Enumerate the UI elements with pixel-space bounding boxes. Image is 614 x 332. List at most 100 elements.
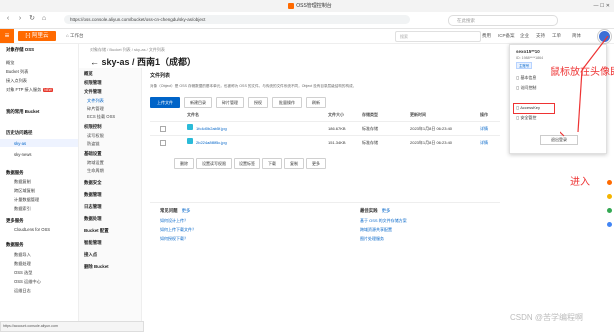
faq-link[interactable]: 如何上传下载文件？ (160, 227, 196, 233)
subnav-section[interactable]: 权限管理 (84, 80, 102, 86)
subnav-section[interactable]: 数据处理 (84, 216, 102, 222)
rail-icon[interactable] (607, 208, 612, 213)
refresh-button[interactable]: 刷新 (306, 97, 326, 108)
sidebar-data-item[interactable]: 数据索引 (14, 206, 31, 212)
subnav-section[interactable]: 接入点 (84, 252, 97, 258)
sidebar-cloud-item[interactable]: 数据处理 (14, 261, 31, 267)
subnav-item[interactable]: ECS 挂载 OSS (87, 114, 115, 120)
workbench-link[interactable]: ⌂ 工作台 (66, 31, 83, 41)
sidebar-bucket-header[interactable]: 历史访问路径 (6, 130, 32, 136)
breadcrumb[interactable]: 对象存储 / Bucket 列表 / sky-as / 文件列表 (90, 47, 165, 53)
sidebar-item-overview[interactable]: 概览 (6, 60, 14, 66)
bulk-acl-button[interactable]: 设置读写权限 (196, 158, 232, 169)
subnav-section[interactable]: 基础设置 (84, 151, 102, 157)
sidebar-recent-header[interactable]: 我的常用 Bucket (6, 109, 39, 115)
subnav-item-file-list[interactable]: 文件列表 (87, 98, 104, 104)
aliyun-logo[interactable]: [-] 阿里云 (18, 31, 56, 41)
rail-icon[interactable] (607, 194, 612, 199)
bulk-download-button[interactable]: 下载 (262, 158, 282, 169)
fragment-button[interactable]: 碎片管理 (216, 97, 244, 108)
detail-link[interactable]: 详情 (480, 140, 488, 146)
topnav-enterprise[interactable]: 企业 (520, 31, 529, 41)
subnav-item[interactable]: 生命周期 (87, 168, 104, 174)
sidebar-cloudlens[interactable]: CloudLens for OSS (14, 227, 50, 232)
batch-button[interactable]: 批量操作 (272, 97, 302, 108)
practice-link[interactable]: 跨域资源共享配置 (360, 227, 392, 233)
practice-link[interactable]: 图片处理服务 (360, 236, 384, 242)
table-row[interactable]: 1fc4d0b2ab5f.jpg 186.67KB 标准存储 2023年1月8日… (150, 121, 500, 135)
sidebar-item-ftp[interactable]: 对象 FTP 接入服务 NEW (6, 87, 53, 93)
forward-icon[interactable]: › (16, 15, 24, 23)
rail-icon[interactable] (607, 222, 612, 227)
sidebar-bucket-sky-as[interactable]: sky-as (14, 141, 26, 146)
sidebar-cloud-item[interactable]: OSS 运维中心 (14, 279, 41, 285)
sidebar-bucket-sky-news[interactable]: sky-news (14, 152, 31, 157)
table-row[interactable]: 2b224a8f8f5c.jpg 151.34KB 标准存储 2023年1月8日… (150, 135, 500, 149)
sidebar-cloud-item[interactable]: OSS 选型 (14, 270, 32, 276)
browser-tab[interactable]: OSS管理控制台 (160, 1, 460, 11)
subnav-item[interactable]: 跨域设置 (87, 160, 104, 166)
subnav-section[interactable]: Bucket 配置 (84, 228, 109, 234)
faq-link[interactable]: 如何授权下载？ (160, 236, 188, 242)
menu-item-basic-info[interactable]: ◻ 基本信息 (516, 75, 536, 81)
back-icon[interactable]: ‹ (4, 15, 12, 23)
row-checkbox[interactable] (160, 126, 166, 132)
subnav-item[interactable]: 防盗链 (87, 141, 100, 147)
faq-more-link[interactable]: 更多 (182, 208, 191, 213)
sidebar-data-item[interactable]: 跨区域复制 (14, 188, 35, 194)
reload-icon[interactable]: ↻ (28, 15, 36, 23)
menu-item-access-control[interactable]: ◻ 访问控制 (516, 85, 536, 91)
subnav-section[interactable]: 权限控制 (84, 124, 102, 130)
upload-button[interactable]: 上传文件 (150, 97, 180, 108)
sidebar-item-access-points[interactable]: 接入点列表 (6, 78, 27, 84)
subnav-section[interactable]: 概览 (84, 71, 93, 77)
sidebar-cloud-item[interactable]: 数据导入 (14, 252, 31, 258)
console-topbar: ≡ [-] 阿里云 ⌂ 工作台 搜索 费用 ICP备案 企业 支持 工单 简体 (0, 29, 614, 44)
subnav-section[interactable]: 日志管理 (84, 204, 102, 210)
faq-link[interactable]: 如何设计上传？ (160, 218, 188, 224)
window-controls[interactable]: — ☐ ✕ (594, 1, 610, 11)
sidebar-item-bucket-list[interactable]: Bucket 列表 (6, 69, 28, 75)
column-header[interactable]: 更新时间 (410, 112, 426, 118)
rail-icon[interactable] (607, 180, 612, 185)
subnav-item[interactable]: 碎片管理 (87, 106, 104, 112)
annotation-hover-tip: 鼠标放在头像即可 (550, 67, 614, 78)
console-search-input[interactable]: 搜索 (395, 31, 481, 42)
file-name-link[interactable]: 2b224a8f8f5c.jpg (196, 140, 227, 145)
topnav-support[interactable]: 支持 (536, 31, 545, 41)
auth-button[interactable]: 授权 (248, 97, 268, 108)
practice-more-link[interactable]: 更多 (382, 208, 391, 213)
url-input[interactable]: https://oss.console.aliyun.com/bucket/os… (64, 15, 410, 24)
sidebar-cloud-item[interactable]: 运维日志 (14, 288, 31, 294)
sidebar-data-item[interactable]: 数据复制 (14, 179, 31, 185)
subnav-section[interactable]: 删除 Bucket (84, 264, 109, 270)
subnav-section[interactable]: 智能管理 (84, 240, 102, 246)
file-name-link[interactable]: 1fc4d0b2ab5f.jpg (196, 126, 227, 131)
practice-link[interactable]: 基于 OSS 的文件存储方案 (360, 218, 407, 224)
sidebar-cloud-header[interactable]: 数据服务 (6, 242, 24, 248)
sidebar-active-row (0, 139, 78, 147)
menu-item-security[interactable]: ◻ 安全管控 (516, 115, 536, 121)
sidebar-more-header[interactable]: 更多服务 (6, 218, 24, 224)
browser-search-input[interactable]: 在此搜索 (448, 15, 558, 26)
bulk-delete-button[interactable]: 删除 (174, 158, 194, 169)
column-header[interactable]: 存储类型 (362, 112, 378, 118)
menu-icon[interactable]: ≡ (0, 29, 14, 43)
topnav-fee[interactable]: 费用 (482, 31, 491, 41)
subnav-section[interactable]: 数据安全 (84, 180, 102, 186)
subnav-section[interactable]: 文件管理 (84, 89, 102, 95)
column-header[interactable]: 文件名 (187, 112, 199, 118)
new-dir-button[interactable]: 新建目录 (184, 97, 212, 108)
bulk-more-button[interactable]: 更多 (306, 158, 326, 169)
subnav-item[interactable]: 读写权限 (87, 133, 104, 139)
topnav-icp[interactable]: ICP备案 (498, 31, 515, 41)
detail-link[interactable]: 详情 (480, 126, 488, 132)
sidebar-data-item[interactable]: 计量数据管理 (14, 197, 39, 203)
row-checkbox[interactable] (160, 140, 166, 146)
subnav-section[interactable]: 数据管理 (84, 192, 102, 198)
bulk-copy-button[interactable]: 复制 (284, 158, 304, 169)
bulk-tag-button[interactable]: 设置标签 (234, 158, 260, 169)
column-header[interactable]: 文件大小 (328, 112, 344, 118)
sidebar-data-header[interactable]: 数据服务 (6, 170, 24, 176)
home-icon[interactable]: ⌂ (40, 15, 48, 23)
